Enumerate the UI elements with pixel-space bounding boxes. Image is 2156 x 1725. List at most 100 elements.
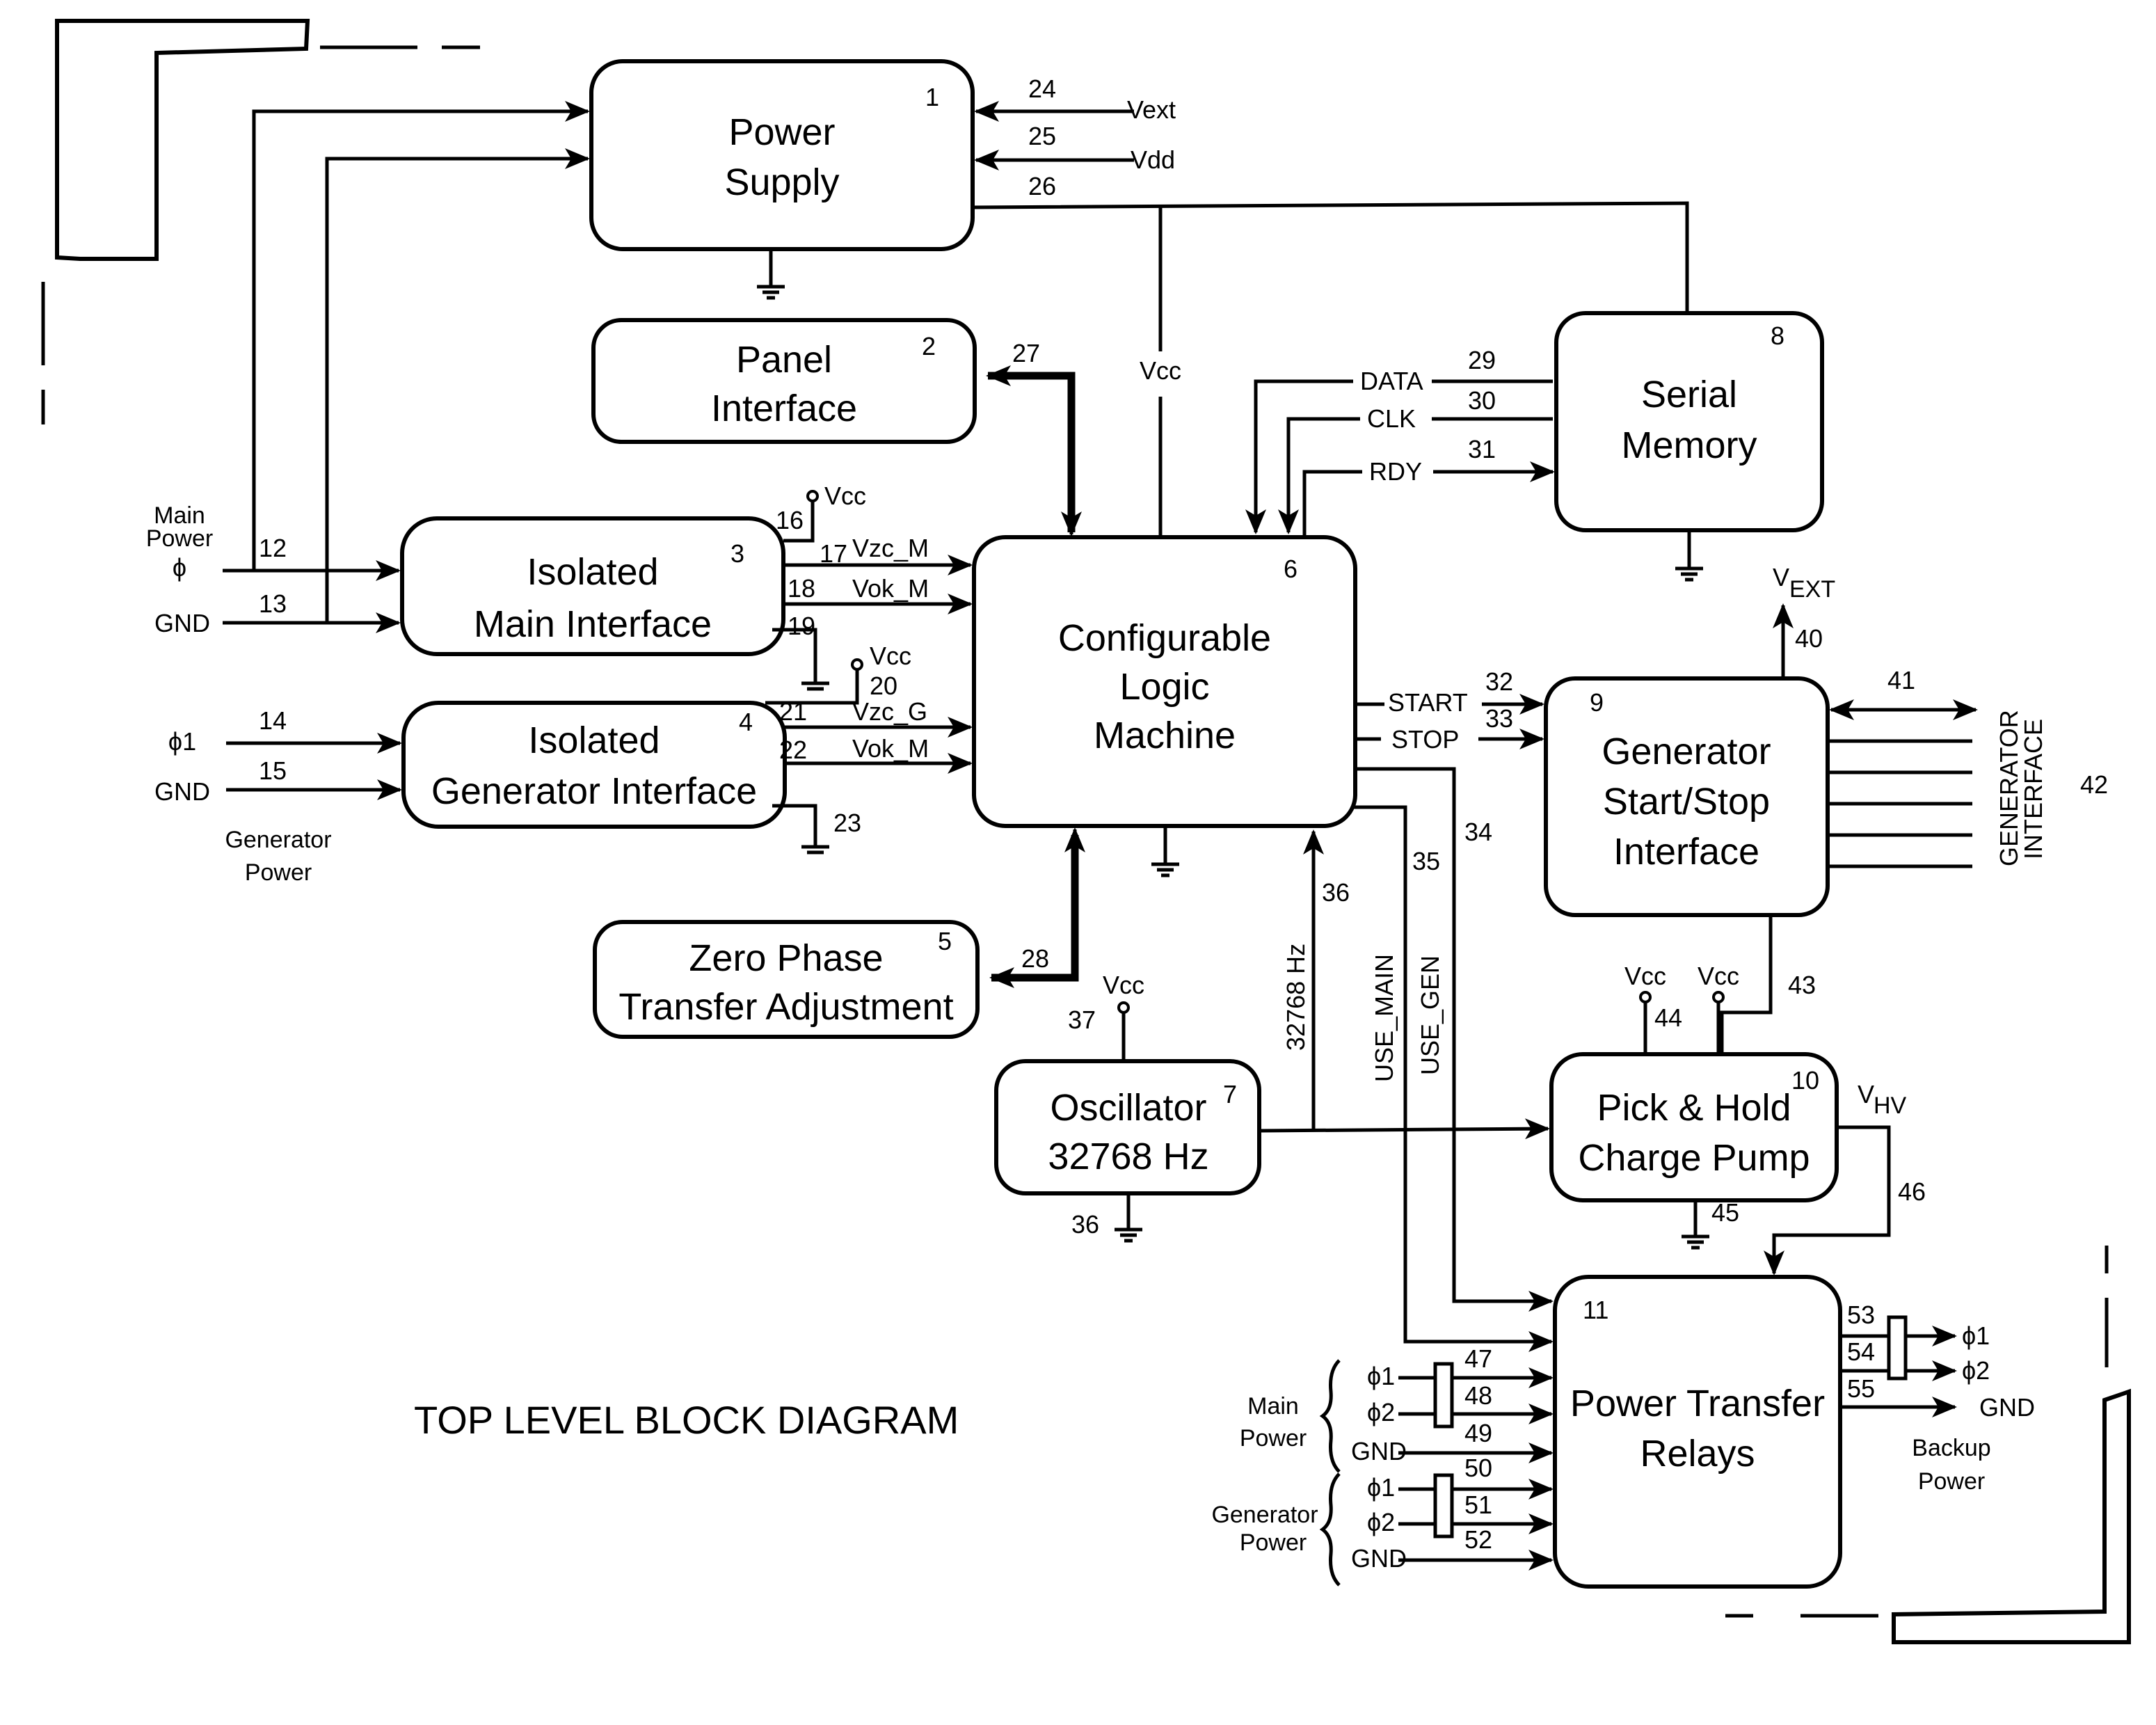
ref-30: 30 xyxy=(1468,386,1496,415)
block-pick-hold-charge-pump: Pick & Hold Charge Pump 10 xyxy=(1549,1052,1839,1202)
label-vext: Vext xyxy=(1127,95,1176,124)
label-relay-main-phi1: ϕ1 xyxy=(1367,1362,1395,1390)
label-relay-gen-power-2: Power xyxy=(1240,1529,1307,1556)
ref-26: 26 xyxy=(1028,172,1056,200)
label-use-gen: USE_GEN xyxy=(1416,955,1444,1075)
ref-36: 36 xyxy=(1322,878,1350,907)
label-v-hv: V xyxy=(1858,1080,1874,1108)
label-backup-gnd: GND xyxy=(1979,1393,2035,1422)
block-serial-memory: Serial Memory 8 xyxy=(1554,311,1824,532)
ref-46: 46 xyxy=(1898,1177,1926,1206)
diagram-title: TOP LEVEL BLOCK DIAGRAM xyxy=(414,1398,959,1442)
block-configurable-logic-machine: Configurable Logic Machine 6 xyxy=(972,535,1357,828)
ref-41: 41 xyxy=(1887,666,1915,694)
label-relay-main-gnd: GND xyxy=(1351,1437,1407,1465)
block-isolated-gen-line1: Isolated xyxy=(528,720,660,761)
label-v-ext-sub: EXT xyxy=(1789,576,1835,603)
label-vcc-43: Vcc xyxy=(1698,962,1739,990)
wires-isolated-inputs xyxy=(223,560,402,800)
ref-50: 50 xyxy=(1464,1454,1492,1482)
block-ptr-line2: Relays xyxy=(1640,1433,1755,1474)
label-main-phi: ϕ xyxy=(173,553,186,582)
block-ptr-id: 11 xyxy=(1583,1296,1608,1324)
block-power-supply: Power Supply 1 xyxy=(589,59,975,251)
ref-29: 29 xyxy=(1468,346,1496,374)
ref-18: 18 xyxy=(788,574,815,603)
label-use-main: USE_MAIN xyxy=(1370,954,1398,1082)
ref-51: 51 xyxy=(1464,1491,1492,1519)
label-data: DATA xyxy=(1360,367,1423,395)
ref-55: 55 xyxy=(1847,1374,1875,1403)
corner-mark-top-left xyxy=(41,19,480,424)
label-relay-main-power-2: Power xyxy=(1240,1425,1307,1452)
block-gss-id: 9 xyxy=(1590,688,1604,717)
block-oscillator-id: 7 xyxy=(1223,1080,1237,1108)
ref-42: 42 xyxy=(2080,770,2108,799)
ref-53: 53 xyxy=(1847,1301,1875,1329)
block-gss-line2: Start/Stop xyxy=(1603,781,1770,822)
block-diagram: Power Supply 1 Panel Interface 2 Isolate… xyxy=(41,19,2131,1644)
ref-36-ground: 36 xyxy=(1071,1210,1099,1239)
ref-27: 27 xyxy=(1012,339,1040,367)
block-serial-memory-id: 8 xyxy=(1771,321,1784,350)
block-php-id: 10 xyxy=(1791,1066,1819,1095)
ref-15: 15 xyxy=(259,756,287,785)
label-stop: STOP xyxy=(1391,725,1459,754)
block-serial-memory-line2: Memory xyxy=(1621,424,1757,466)
ref-22: 22 xyxy=(779,736,807,764)
label-generator-interface-2: INTERFACE xyxy=(2019,719,2047,859)
label-backup-phi2: ϕ2 xyxy=(1962,1356,1990,1385)
block-zero-phase-id: 5 xyxy=(938,927,952,955)
label-vcc-44: Vcc xyxy=(1624,962,1666,990)
label-backup-power-1: Backup xyxy=(1912,1435,1990,1461)
block-isolated-main-line1: Isolated xyxy=(527,551,658,593)
label-vzc-m: Vzc_M xyxy=(852,534,929,562)
label-gen-gnd: GND xyxy=(154,777,210,806)
label-relay-gen-phi1: ϕ1 xyxy=(1367,1473,1395,1502)
block-isolated-gen-id: 4 xyxy=(739,708,753,736)
ref-49: 49 xyxy=(1464,1419,1492,1447)
block-php-line1: Pick & Hold xyxy=(1597,1087,1791,1129)
label-main-power-2: Power xyxy=(146,525,213,552)
ref-31: 31 xyxy=(1468,435,1496,463)
label-v-hv-sub: HV xyxy=(1874,1092,1907,1119)
block-power-supply-id: 1 xyxy=(925,83,939,111)
block-zero-phase-line2: Transfer Adjustment xyxy=(618,986,953,1028)
label-start: START xyxy=(1388,688,1468,717)
label-vdd: Vdd xyxy=(1131,145,1175,174)
ref-14: 14 xyxy=(259,706,287,735)
label-generator-power-2: Power xyxy=(245,859,312,886)
label-vok-m-gen: Vok_M xyxy=(852,734,929,763)
ref-13: 13 xyxy=(259,589,287,618)
label-backup-power-2: Power xyxy=(1918,1468,1985,1495)
block-power-transfer-relays: Power Transfer Relays 11 xyxy=(1553,1275,1842,1589)
block-gss-line1: Generator xyxy=(1602,731,1771,772)
ref-44: 44 xyxy=(1654,1003,1682,1032)
block-power-supply-line1: Power xyxy=(728,111,835,153)
label-vcc-bus: Vcc xyxy=(1140,356,1181,385)
ref-23: 23 xyxy=(833,809,861,837)
ref-33: 33 xyxy=(1485,704,1513,733)
block-clm-id: 6 xyxy=(1284,555,1297,583)
block-clm-line1: Configurable xyxy=(1058,617,1271,659)
label-generator-power-1: Generator xyxy=(225,827,331,853)
label-relay-main-power-1: Main xyxy=(1247,1393,1299,1420)
label-vcc-16: Vcc xyxy=(824,482,866,510)
label-main-gnd: GND xyxy=(154,609,210,637)
label-vcc-20: Vcc xyxy=(870,642,911,670)
block-gss-line3: Interface xyxy=(1613,831,1759,873)
block-panel-interface: Panel Interface 2 xyxy=(591,318,977,444)
block-isolated-main-id: 3 xyxy=(730,539,744,568)
label-relay-gen-phi2: ϕ2 xyxy=(1367,1508,1395,1536)
block-serial-memory-line1: Serial xyxy=(1641,374,1737,415)
ref-25: 25 xyxy=(1028,122,1056,150)
ref-24: 24 xyxy=(1028,74,1056,103)
block-panel-interface-line1: Panel xyxy=(736,339,832,381)
block-zero-phase-transfer: Zero Phase Transfer Adjustment 5 xyxy=(593,920,980,1039)
block-clm-line2: Logic xyxy=(1119,666,1209,708)
label-relay-main-phi2: ϕ2 xyxy=(1367,1398,1395,1426)
block-php-line2: Charge Pump xyxy=(1578,1137,1810,1179)
ref-21: 21 xyxy=(779,697,807,726)
block-isolated-main-interface: Isolated Main Interface 3 xyxy=(400,516,785,656)
block-oscillator-line1: Oscillator xyxy=(1050,1087,1206,1129)
